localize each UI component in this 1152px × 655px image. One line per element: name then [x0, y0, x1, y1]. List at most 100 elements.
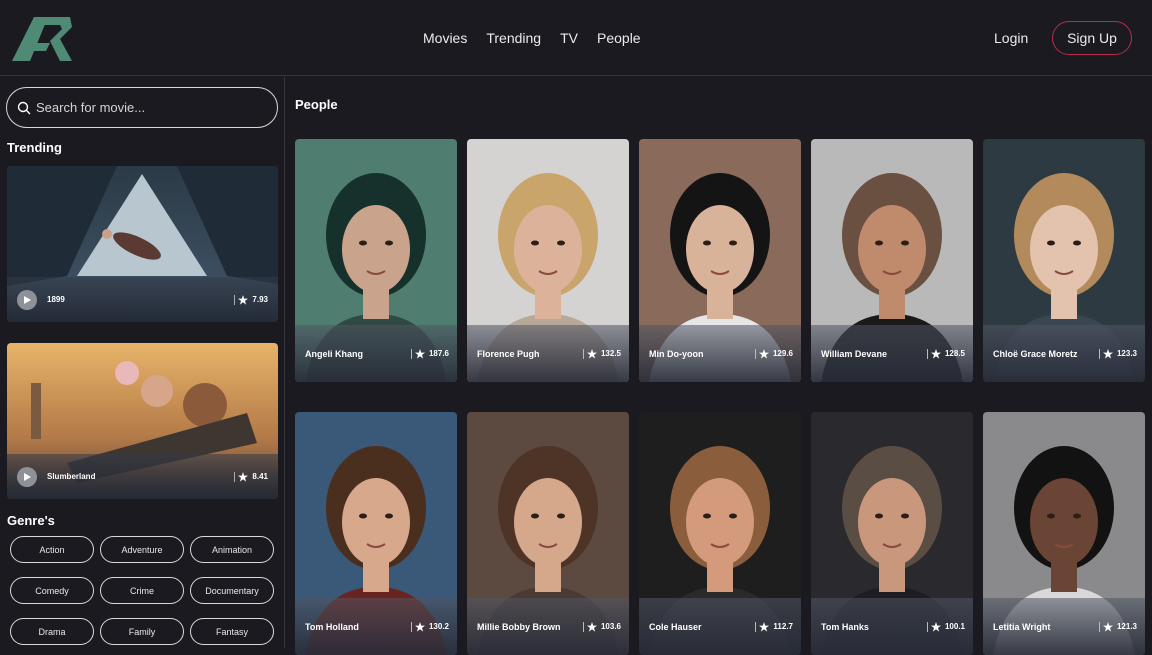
person-name: Min Do-yoon: [649, 348, 704, 359]
people-grid: Angeli Khang 187.6 Florence Pugh 132.5 M…: [295, 139, 1145, 655]
person-name: William Devane: [821, 348, 887, 359]
trending-card[interactable]: Slumberland 8.41: [7, 343, 278, 499]
person-rating: 123.3: [1098, 348, 1137, 359]
trending-info-bar: 1899 7.93: [7, 277, 278, 322]
person-rating: 132.5: [582, 348, 621, 359]
person-card[interactable]: Letitia Wright 121.3: [983, 412, 1145, 655]
genre-family[interactable]: Family: [100, 618, 184, 645]
genre-fantasy[interactable]: Fantasy: [190, 618, 274, 645]
person-name: Millie Bobby Brown: [477, 621, 561, 632]
person-card[interactable]: Tom Holland 130.2: [295, 412, 457, 655]
trending-rating: 8.41: [234, 471, 268, 482]
person-rating-value: 128.5: [944, 349, 965, 358]
person-card[interactable]: William Devane 128.5: [811, 139, 973, 382]
person-rating: 100.1: [926, 621, 965, 632]
genre-crime[interactable]: Crime: [100, 577, 184, 604]
genre-drama[interactable]: Drama: [10, 618, 94, 645]
star-icon: [414, 621, 425, 632]
person-rating: 112.7: [755, 621, 793, 632]
trending-rating: 7.93: [234, 294, 268, 305]
trending-title: Slumberland: [47, 472, 96, 481]
person-name: Angeli Khang: [305, 348, 363, 359]
star-icon: [759, 621, 770, 632]
person-name: Cole Hauser: [649, 621, 702, 632]
person-rating-value: 132.5: [600, 349, 621, 358]
person-info-bar: Tom Hanks 100.1: [811, 598, 973, 655]
person-rating: 130.2: [410, 621, 449, 632]
person-info-bar: Letitia Wright 121.3: [983, 598, 1145, 655]
star-icon: [930, 621, 941, 632]
trending-heading: Trending: [7, 140, 62, 155]
genre-comedy[interactable]: Comedy: [10, 577, 94, 604]
star-icon: [758, 348, 769, 359]
star-icon: [930, 348, 941, 359]
star-icon: [238, 294, 249, 305]
person-card[interactable]: Millie Bobby Brown 103.6: [467, 412, 629, 655]
genre-list: Action Adventure Animation Comedy Crime …: [10, 536, 274, 645]
person-rating: 103.6: [582, 621, 621, 632]
person-rating: 129.6: [754, 348, 793, 359]
person-info-bar: Cole Hauser 112.7: [639, 598, 801, 655]
person-rating: 128.5: [926, 348, 965, 359]
genre-adventure[interactable]: Adventure: [100, 536, 184, 563]
person-card[interactable]: Cole Hauser 112.7: [639, 412, 801, 655]
person-rating-value: 123.3: [1116, 349, 1137, 358]
person-name: Florence Pugh: [477, 348, 540, 359]
person-rating-value: 129.6: [772, 349, 793, 358]
person-rating-value: 112.7: [773, 622, 793, 631]
trending-rating-value: 8.41: [252, 472, 268, 481]
star-icon: [414, 348, 425, 359]
person-rating: 121.3: [1098, 621, 1137, 632]
person-card[interactable]: Florence Pugh 132.5: [467, 139, 629, 382]
play-button[interactable]: [17, 289, 37, 310]
trending-title: 1899: [47, 295, 65, 304]
person-rating: 187.6: [410, 348, 449, 359]
trending-rating-value: 7.93: [252, 295, 268, 304]
main-nav: Movies Trending TV People: [423, 30, 641, 46]
search-input[interactable]: [36, 100, 256, 115]
genres-heading: Genre's: [7, 513, 55, 528]
person-info-bar: Chloë Grace Moretz 123.3: [983, 325, 1145, 382]
person-info-bar: Florence Pugh 132.5: [467, 325, 629, 382]
person-name: Tom Holland: [305, 621, 359, 632]
person-card[interactable]: Angeli Khang 187.6: [295, 139, 457, 382]
person-info-bar: Tom Holland 130.2: [295, 598, 457, 655]
person-rating-value: 187.6: [428, 349, 449, 358]
person-card[interactable]: Chloë Grace Moretz 123.3: [983, 139, 1145, 382]
star-icon: [586, 348, 597, 359]
nav-movies[interactable]: Movies: [423, 30, 467, 46]
person-info-bar: Angeli Khang 187.6: [295, 325, 457, 382]
star-icon: [1102, 348, 1113, 359]
genre-documentary[interactable]: Documentary: [190, 577, 274, 604]
nav-trending[interactable]: Trending: [486, 30, 541, 46]
person-rating-value: 121.3: [1116, 622, 1137, 631]
search-box[interactable]: [6, 87, 278, 128]
nav-tv[interactable]: TV: [560, 30, 578, 46]
person-rating-value: 103.6: [600, 622, 621, 631]
nav-people[interactable]: People: [597, 30, 641, 46]
person-card[interactable]: Tom Hanks 100.1: [811, 412, 973, 655]
play-button[interactable]: [17, 466, 37, 487]
person-card[interactable]: Min Do-yoon 129.6: [639, 139, 801, 382]
app-logo[interactable]: [10, 13, 74, 63]
person-name: Letitia Wright: [993, 621, 1051, 632]
page-title: People: [295, 97, 338, 112]
top-navbar: Movies Trending TV People Login Sign Up: [0, 0, 1152, 76]
person-rating-value: 130.2: [428, 622, 449, 631]
genre-action[interactable]: Action: [10, 536, 94, 563]
person-name: Tom Hanks: [821, 621, 869, 632]
sidebar: Trending 1899 7.93: [0, 77, 285, 648]
trending-info-bar: Slumberland 8.41: [7, 454, 278, 499]
signup-button[interactable]: Sign Up: [1052, 21, 1132, 55]
star-icon: [586, 621, 597, 632]
star-icon: [1102, 621, 1113, 632]
person-rating-value: 100.1: [944, 622, 965, 631]
person-info-bar: Min Do-yoon 129.6: [639, 325, 801, 382]
genre-animation[interactable]: Animation: [190, 536, 274, 563]
search-icon: [17, 101, 31, 114]
login-link[interactable]: Login: [994, 30, 1028, 46]
person-info-bar: William Devane 128.5: [811, 325, 973, 382]
star-icon: [238, 471, 249, 482]
trending-card[interactable]: 1899 7.93: [7, 166, 278, 322]
play-icon: [24, 295, 31, 304]
